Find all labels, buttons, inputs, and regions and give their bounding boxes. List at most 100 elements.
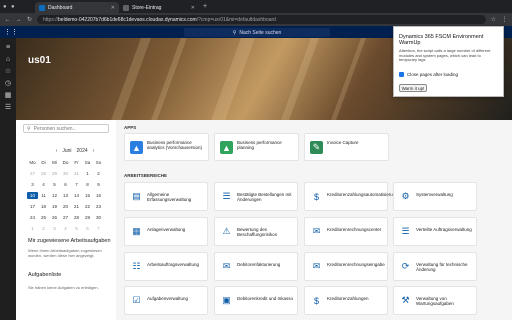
favorites-icon[interactable]: ☆	[5, 67, 11, 76]
calendar-month[interactable]: Juni	[62, 148, 71, 154]
workspace-tile[interactable]: ✉ Debitorenfakturierung	[214, 252, 298, 281]
close-pages-checkbox[interactable]: Close pages after loading	[399, 72, 458, 77]
calendar-day[interactable]: 6	[60, 181, 71, 188]
workspaces-icon[interactable]: ▦	[5, 91, 12, 100]
browser-menu-icon[interactable]: ●	[3, 4, 11, 10]
weekday-label: So	[95, 160, 102, 165]
weekday-label: Di	[41, 160, 46, 165]
recent-icon[interactable]: ◷	[5, 79, 11, 88]
workspace-tile[interactable]: ☷ Arbeitsauftragsverwaltung	[124, 252, 208, 281]
app-launcher-icon[interactable]: ⋮⋮	[4, 28, 18, 36]
calendar-day[interactable]: 3	[49, 225, 60, 232]
calendar-year[interactable]: 2024	[77, 148, 88, 154]
workspace-tile[interactable]: ✉ Kreditorenrechnungscenter	[304, 217, 388, 246]
calendar-day[interactable]: 20	[60, 203, 71, 210]
star-icon[interactable]: ☆	[490, 16, 497, 23]
reload-icon[interactable]: ↻	[26, 16, 33, 23]
calendar-day[interactable]: 28	[71, 214, 82, 221]
menu-icon[interactable]: ≡	[6, 43, 10, 52]
workspace-tile[interactable]: ⚙ Systemverwaltung	[393, 182, 477, 211]
calendar-day[interactable]: 2	[38, 225, 49, 232]
calendar-day[interactable]: 29	[49, 170, 60, 177]
app-tile-label: Business performance planning	[237, 140, 282, 151]
calendar-day[interactable]: 4	[60, 225, 71, 232]
warmup-button[interactable]: Warm it up!	[399, 84, 427, 92]
calendar-day[interactable]: 9	[93, 181, 104, 188]
workspace-tile[interactable]: ⚠ Bewertung des Beschaffungsrisikos	[214, 217, 298, 246]
calendar-day[interactable]: 3	[27, 181, 38, 188]
calendar-day[interactable]: 7	[93, 225, 104, 232]
workspace-tile[interactable]: ▤ Allgemeine Erfassungsverwaltung	[124, 182, 208, 211]
profile-avatar[interactable]: ●	[11, 4, 19, 10]
workspace-tile[interactable]: ⚒ Verwaltung von Wartungsaufgaben	[393, 286, 477, 315]
workspace-tile[interactable]: ▣ Debitorenkredit und Inkasso	[214, 286, 298, 315]
calendar-day[interactable]: 22	[82, 203, 93, 210]
calendar-day[interactable]: 10	[27, 192, 38, 199]
calendar-day[interactable]: 27	[60, 214, 71, 221]
calendar-day[interactable]: 5	[49, 181, 60, 188]
calendar-day[interactable]: 7	[71, 181, 82, 188]
weekday-label: Mi	[52, 160, 57, 165]
calendar-day[interactable]: 17	[27, 203, 38, 210]
calendar-day[interactable]: 1	[82, 170, 93, 177]
modules-icon[interactable]: ☰	[5, 103, 11, 112]
calendar-day[interactable]: 6	[82, 225, 93, 232]
calendar-day[interactable]: 19	[49, 203, 60, 210]
workspace-tile[interactable]: ☑ Aufgabenverwaltung	[124, 286, 208, 315]
workspace-tile[interactable]: ▦ Anlagenverwaltung	[124, 217, 208, 246]
calendar-day[interactable]: 18	[38, 203, 49, 210]
calendar-day[interactable]: 25	[38, 214, 49, 221]
work-items-title[interactable]: Mir zugewiesene Arbeitsaufgaben	[28, 238, 111, 244]
tab-dashboard[interactable]: Dashboard ✕	[35, 2, 119, 13]
workspace-tile[interactable]: $ Kreditorenzahlungen	[304, 286, 388, 315]
calendar-day[interactable]: 29	[82, 214, 93, 221]
invoice-icon: ✉	[312, 261, 321, 271]
forward-icon[interactable]: →	[15, 17, 22, 23]
calendar-day[interactable]: 26	[49, 214, 60, 221]
task-list-title[interactable]: Aufgabenliste	[28, 272, 61, 278]
calendar-day[interactable]: 15	[82, 192, 93, 199]
calendar-day[interactable]: 24	[27, 214, 38, 221]
calendar-day[interactable]: 11	[38, 192, 49, 199]
workspace-tile[interactable]: ✉ Kreditorenrechnungseingabe	[304, 252, 388, 281]
calendar-day[interactable]: 5	[71, 225, 82, 232]
calendar-day[interactable]: 31	[71, 170, 82, 177]
calendar-day[interactable]: 28	[38, 170, 49, 177]
url-field[interactable]: https:// beldemo-042207b7d6b1de68c1devao…	[37, 15, 486, 24]
workspace-tile[interactable]: $ Kreditorenzahlungsautomatisierung	[304, 182, 398, 211]
calendar-day[interactable]: 21	[71, 203, 82, 210]
calendar-day[interactable]: 8	[82, 181, 93, 188]
close-icon[interactable]: ✕	[111, 5, 115, 11]
calendar-day[interactable]: 14	[71, 192, 82, 199]
calendar-day[interactable]: 23	[93, 203, 104, 210]
screen: ● ● Dashboard ✕ Store-Eintrag ✕ + ← → ↻ …	[0, 0, 512, 320]
calendar-day[interactable]: 12	[49, 192, 60, 199]
checkbox-label: Close pages after loading	[407, 72, 459, 77]
back-icon[interactable]: ←	[4, 17, 11, 23]
prev-month-icon[interactable]: ‹	[56, 148, 58, 154]
calendar-day[interactable]: 30	[60, 170, 71, 177]
next-month-icon[interactable]: ›	[93, 148, 95, 154]
extensions-icon[interactable]: ⋮	[501, 16, 508, 23]
close-icon[interactable]: ✕	[191, 5, 195, 11]
workspace-tile[interactable]: ☰ Verteilte Auftragsverwaltung	[393, 217, 477, 246]
calendar-day[interactable]: 27	[27, 170, 38, 177]
workspace-tile[interactable]: ☰ Bestätigte Bestellungen mit Änderungen	[214, 182, 298, 211]
home-icon[interactable]: ⌂	[6, 55, 10, 64]
checkbox-icon[interactable]	[399, 72, 404, 77]
calendar-day[interactable]: 16	[93, 192, 104, 199]
tab-store-entry[interactable]: Store-Eintrag ✕	[119, 2, 199, 13]
calendar-day[interactable]: 4	[38, 181, 49, 188]
app-tile[interactable]: ✎ Invoice Capture	[304, 133, 389, 161]
app-tile[interactable]: ▲ Business performance analytics (Vorscha…	[124, 133, 209, 161]
tab-placeholder[interactable]	[19, 2, 35, 13]
calendar-day[interactable]: 1	[27, 225, 38, 232]
page-search[interactable]: ⚲ Nach Seite suchen	[184, 28, 330, 37]
people-search-input[interactable]: ⚲ Personen suchen...	[23, 124, 109, 133]
calendar-day[interactable]: 2	[93, 170, 104, 177]
app-tile[interactable]: ▲ Business performance planning	[214, 133, 299, 161]
workspace-tile[interactable]: ⟳ Verwaltung für technische Änderung	[393, 252, 477, 281]
calendar-day[interactable]: 13	[60, 192, 71, 199]
new-tab-icon[interactable]: +	[203, 3, 207, 10]
calendar-day[interactable]: 30	[93, 214, 104, 221]
